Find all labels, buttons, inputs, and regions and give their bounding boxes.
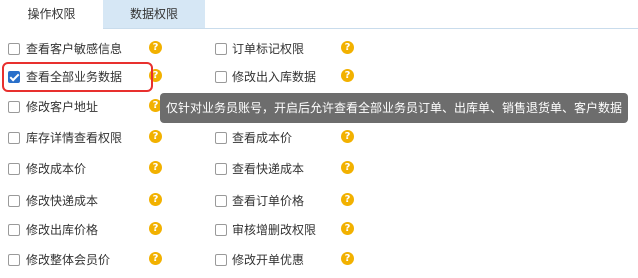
checkbox[interactable] bbox=[215, 254, 227, 266]
permission-label: 修改出库价格 bbox=[26, 223, 99, 237]
permission-label: 查看订单价格 bbox=[232, 194, 305, 208]
permission-row[interactable]: 订单标记权限 ? bbox=[210, 38, 370, 62]
permission-row[interactable]: 查看订单价格 ? bbox=[210, 190, 370, 214]
help-icon[interactable]: ? bbox=[341, 69, 354, 82]
tab-bar: 操作权限 数据权限 bbox=[0, 0, 638, 29]
permission-row[interactable]: 修改开单优惠 ? bbox=[210, 249, 370, 273]
checkbox[interactable] bbox=[215, 132, 227, 144]
help-icon[interactable]: ? bbox=[149, 252, 162, 265]
permission-row[interactable]: 修改成本价 ? bbox=[0, 158, 200, 182]
permission-label: 审核增删改权限 bbox=[232, 223, 317, 237]
permission-row[interactable]: 查看成本价 ? bbox=[210, 127, 370, 151]
highlight-box bbox=[2, 62, 153, 92]
permission-label: 修改快递成本 bbox=[26, 194, 99, 208]
permission-label: 修改整体会员价 bbox=[26, 253, 111, 267]
help-icon[interactable]: ? bbox=[341, 161, 354, 174]
checkbox[interactable] bbox=[215, 195, 227, 207]
permission-label: 修改成本价 bbox=[26, 162, 87, 176]
permission-label: 订单标记权限 bbox=[232, 42, 305, 56]
help-icon[interactable]: ? bbox=[341, 130, 354, 143]
permission-row[interactable]: 库存详情查看权限 ? bbox=[0, 127, 200, 151]
help-tooltip: 仅针对业务员账号，开启后允许查看全部业务员订单、出库单、销售退货单、客户数据 bbox=[160, 93, 628, 123]
help-icon[interactable]: ? bbox=[341, 193, 354, 206]
permission-row[interactable]: 修改快递成本 ? bbox=[0, 190, 200, 214]
help-icon[interactable]: ? bbox=[341, 222, 354, 235]
tab-operation-permissions[interactable]: 操作权限 bbox=[0, 0, 104, 29]
checkbox[interactable] bbox=[215, 224, 227, 236]
permission-label: 修改客户地址 bbox=[26, 100, 99, 114]
checkbox[interactable] bbox=[8, 43, 20, 55]
permission-label: 修改开单优惠 bbox=[232, 253, 305, 267]
permission-row[interactable]: 查看快递成本 ? bbox=[210, 158, 370, 182]
permission-row[interactable]: 查看客户敏感信息 ? bbox=[0, 38, 200, 62]
permission-row[interactable]: 修改出库价格 ? bbox=[0, 219, 200, 243]
permission-label: 查看客户敏感信息 bbox=[26, 42, 123, 56]
checkbox[interactable] bbox=[8, 163, 20, 175]
help-icon[interactable]: ? bbox=[149, 193, 162, 206]
permission-label: 库存详情查看权限 bbox=[26, 131, 123, 145]
permission-row[interactable]: 审核增删改权限 ? bbox=[210, 219, 370, 243]
permission-row[interactable]: 修改出入库数据 ? bbox=[210, 66, 370, 90]
permission-label: 查看快递成本 bbox=[232, 162, 305, 176]
permission-row[interactable]: 修改整体会员价 ? bbox=[0, 249, 200, 273]
checkbox[interactable] bbox=[8, 101, 20, 113]
help-icon[interactable]: ? bbox=[149, 130, 162, 143]
checkbox[interactable] bbox=[8, 254, 20, 266]
help-icon[interactable]: ? bbox=[149, 161, 162, 174]
help-icon[interactable]: ? bbox=[341, 252, 354, 265]
permission-label: 查看成本价 bbox=[232, 131, 293, 145]
tab-data-permissions[interactable]: 数据权限 bbox=[103, 0, 205, 28]
help-icon[interactable]: ? bbox=[341, 41, 354, 54]
checkbox[interactable] bbox=[215, 43, 227, 55]
permission-label: 修改出入库数据 bbox=[232, 70, 317, 84]
checkbox[interactable] bbox=[215, 163, 227, 175]
checkbox[interactable] bbox=[8, 195, 20, 207]
help-icon[interactable]: ? bbox=[149, 41, 162, 54]
help-icon[interactable]: ? bbox=[149, 222, 162, 235]
checkbox[interactable] bbox=[215, 71, 227, 83]
checkbox[interactable] bbox=[8, 132, 20, 144]
checkbox[interactable] bbox=[8, 224, 20, 236]
